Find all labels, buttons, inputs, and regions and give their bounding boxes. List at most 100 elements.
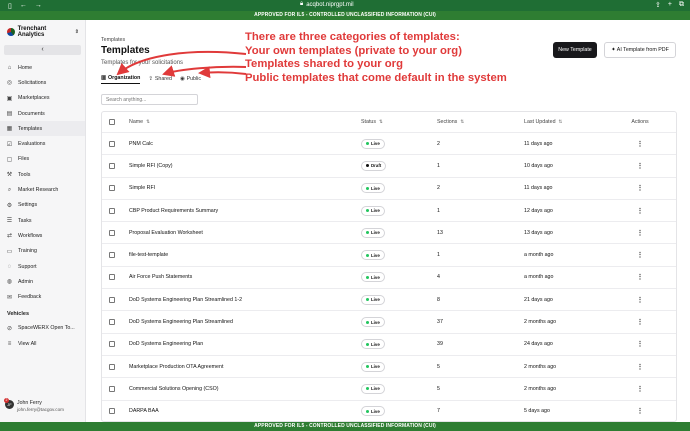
template-name[interactable]: file-test-template: [129, 244, 168, 265]
row-actions-button[interactable]: ⋮: [632, 222, 648, 243]
row-checkbox[interactable]: [109, 363, 115, 370]
org-switcher[interactable]: Trenchant Analytics ⇕: [0, 20, 85, 38]
file-icon: ▢: [6, 156, 13, 163]
row-checkbox[interactable]: [109, 319, 115, 326]
search-input[interactable]: [101, 94, 198, 105]
row-actions-button[interactable]: ⋮: [632, 267, 648, 288]
sidebar-item-tasks[interactable]: ☰ Tasks: [0, 213, 85, 228]
sidebar-item-support[interactable]: ◌ Support: [0, 259, 85, 274]
status-label: Live: [371, 297, 380, 303]
address-bar[interactable]: 🔒︎ acqbot.niprgpt.mil: [300, 1, 354, 8]
table-row[interactable]: DARPA BAA Live 7 5 days ago ⋮: [102, 401, 676, 421]
sidebar-item-admin[interactable]: ◍ Admin: [0, 274, 85, 289]
row-checkbox[interactable]: [109, 274, 115, 281]
template-name[interactable]: DoD Systems Engineering Plan Streamlined…: [129, 289, 242, 310]
template-name[interactable]: Commercial Solutions Opening (CSO): [129, 378, 219, 399]
collapse-sidebar-button[interactable]: ‹: [4, 45, 81, 55]
sidebar-item-feedback[interactable]: ✉ Feedback: [0, 289, 85, 304]
table-row[interactable]: PNM Calc Live 2 11 days ago ⋮: [102, 133, 676, 156]
row-checkbox[interactable]: [109, 140, 115, 147]
tab-organization[interactable]: ▥ Organization: [101, 75, 141, 84]
sidebar-item-settings[interactable]: ⚙ Settings: [0, 198, 85, 213]
row-actions-button[interactable]: ⋮: [632, 178, 648, 199]
new-template-button[interactable]: New Template: [553, 42, 597, 58]
sidebar-item-files[interactable]: ▢ Files: [0, 152, 85, 167]
sidebar-item-workflows[interactable]: ⇄ Workflows: [0, 228, 85, 243]
row-checkbox[interactable]: [109, 229, 115, 236]
row-checkbox[interactable]: [109, 341, 115, 348]
org-logo-icon: [7, 28, 15, 36]
table-row[interactable]: file-test-template Live 1 a month ago ⋮: [102, 244, 676, 267]
row-actions-button[interactable]: ⋮: [632, 401, 648, 421]
table-row[interactable]: Air Force Push Statements Live 4 a month ag…: [102, 267, 676, 290]
table-row[interactable]: Simple RFI (Copy) Draft 1 10 days ago ⋮: [102, 155, 676, 178]
table-row[interactable]: DoD Systems Engineering Plan Streamlined…: [102, 289, 676, 312]
row-checkbox[interactable]: [109, 185, 115, 192]
sidebar-item-training[interactable]: ▭ Training: [0, 244, 85, 259]
table-row[interactable]: DoD Systems Engineering Plan Streamlined…: [102, 311, 676, 334]
row-checkbox[interactable]: [109, 207, 115, 214]
table-row[interactable]: Proposal Evaluation Worksheet Live 13 13 da…: [102, 222, 676, 245]
last-updated: 12 days ago: [524, 207, 553, 214]
template-name[interactable]: DARPA BAA: [129, 401, 159, 421]
column-sections[interactable]: Sections ⇅: [437, 112, 464, 132]
row-checkbox[interactable]: [109, 252, 115, 259]
column-status[interactable]: Status ⇅: [361, 112, 383, 132]
template-name[interactable]: Simple RFI: [129, 178, 155, 199]
sidebar-item-tools[interactable]: ⚒ Tools: [0, 167, 85, 182]
sidebar-item-evaluations[interactable]: ☑ Evaluations: [0, 136, 85, 151]
vehicle-item[interactable]: ≡ View All: [0, 336, 85, 351]
row-actions-button[interactable]: ⋮: [632, 155, 648, 176]
table-row[interactable]: Commercial Solutions Opening (CSO) Live 5 2…: [102, 378, 676, 401]
select-all-checkbox[interactable]: [109, 119, 115, 125]
sidebar-item-home[interactable]: ⌂ Home: [0, 60, 85, 75]
last-updated: 2 months ago: [524, 363, 557, 370]
row-checkbox[interactable]: [109, 385, 115, 392]
row-checkbox[interactable]: [109, 296, 115, 303]
tabs-overview-icon[interactable]: ⧉: [679, 1, 684, 9]
status-badge: Live: [361, 227, 385, 238]
user-profile[interactable]: JF 2 John Ferry john.ferry@tacgov.com: [4, 398, 64, 412]
row-actions-button[interactable]: ⋮: [632, 200, 648, 221]
column-last-updated[interactable]: Last Updated ⇅: [524, 112, 562, 132]
template-name[interactable]: Proposal Evaluation Worksheet: [129, 222, 203, 243]
sidebar-item-templates[interactable]: ▦ Templates: [0, 121, 85, 137]
status-dot: [366, 387, 369, 391]
new-tab-icon[interactable]: +: [668, 1, 672, 9]
breadcrumb[interactable]: Templates: [101, 37, 125, 43]
sidebar-item-marketplaces[interactable]: ▣ Marketplaces: [0, 91, 85, 106]
row-actions-button[interactable]: ⋮: [632, 356, 648, 377]
sidebar-item-documents[interactable]: ▤ Documents: [0, 106, 85, 121]
sidebar-item-solicitations[interactable]: ◎ Solicitations: [0, 75, 85, 90]
row-checkbox[interactable]: [109, 408, 115, 415]
tab-shared[interactable]: ⇪ Shared: [148, 75, 172, 84]
ai-template-from-pdf-button[interactable]: ✦ AI Template from PDF: [604, 42, 676, 58]
back-icon[interactable]: ←: [20, 2, 27, 10]
table-row[interactable]: CBP Product Requirements Summary Live 1 12 …: [102, 200, 676, 223]
template-name[interactable]: Air Force Push Statements: [129, 267, 192, 288]
column-name[interactable]: Name ⇅: [129, 112, 150, 132]
template-name[interactable]: PNM Calc: [129, 133, 153, 154]
classification-banner-bottom: APPROVED FOR IL5 - CONTROLLED UNCLASSIFI…: [0, 422, 690, 431]
table-row[interactable]: Marketplace Production OTA Agreement Live…: [102, 356, 676, 379]
template-name[interactable]: Simple RFI (Copy): [129, 155, 173, 176]
share-icon[interactable]: ⇪: [655, 1, 661, 9]
row-actions-button[interactable]: ⋮: [632, 289, 648, 310]
template-name[interactable]: Marketplace Production OTA Agreement: [129, 356, 223, 377]
vehicle-item[interactable]: ⊘ SpaceWERX Open To...: [0, 321, 85, 336]
row-actions-button[interactable]: ⋮: [632, 311, 648, 332]
row-actions-button[interactable]: ⋮: [632, 244, 648, 265]
row-actions-button[interactable]: ⋮: [632, 334, 648, 355]
template-name[interactable]: DoD Systems Engineering Plan Streamlined: [129, 311, 233, 332]
table-row[interactable]: Simple RFI Live 2 11 days ago ⋮: [102, 178, 676, 200]
tab-public[interactable]: ◉ Public: [180, 75, 201, 84]
row-actions-button[interactable]: ⋮: [632, 378, 648, 399]
table-row[interactable]: DoD Systems Engineering Plan Live 39 24 day…: [102, 334, 676, 356]
forward-icon[interactable]: →: [35, 2, 42, 10]
template-name[interactable]: DoD Systems Engineering Plan: [129, 334, 203, 355]
sidebar-item-market-research[interactable]: ⌕ Market Research: [0, 182, 85, 197]
row-actions-button[interactable]: ⋮: [632, 133, 648, 154]
template-name[interactable]: CBP Product Requirements Summary: [129, 200, 218, 221]
sidebar-toggle-icon[interactable]: ▯: [8, 2, 12, 10]
row-checkbox[interactable]: [109, 162, 115, 169]
